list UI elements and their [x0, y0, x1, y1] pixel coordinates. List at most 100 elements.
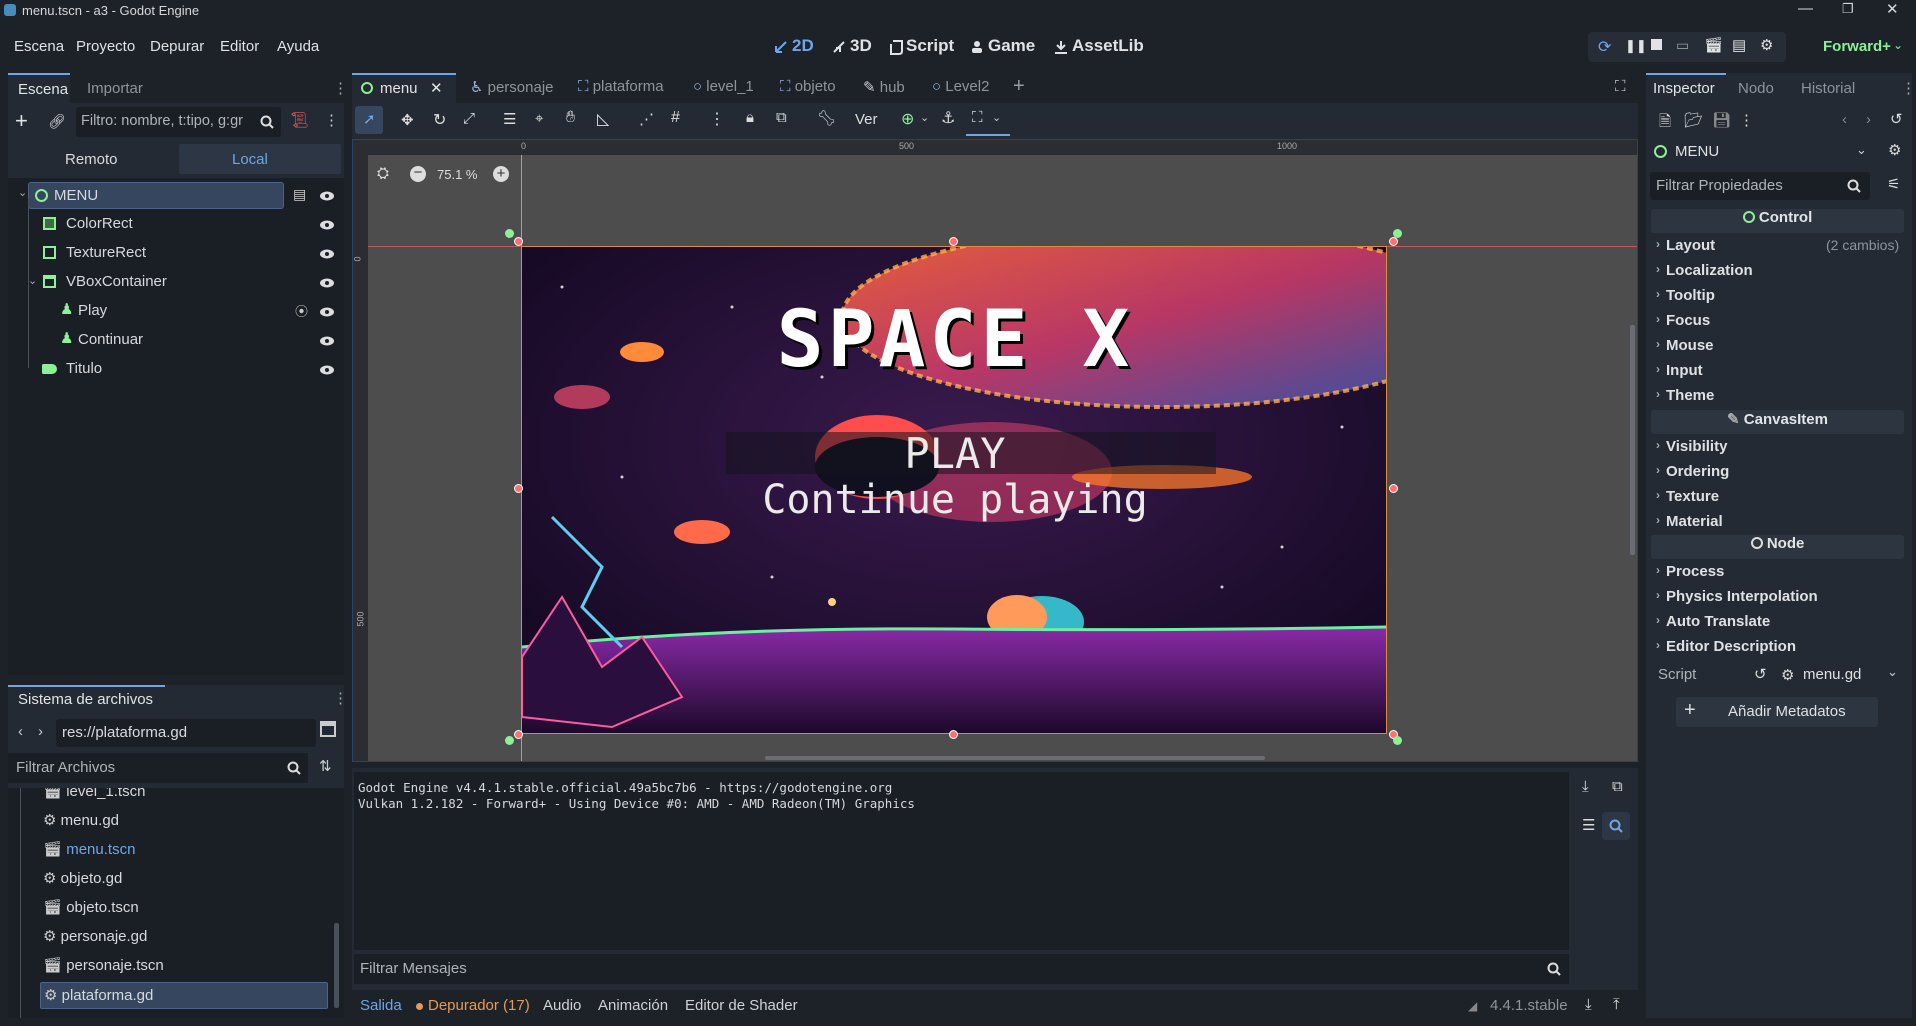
scene-tab-menu[interactable]: menu ✕ [352, 73, 456, 103]
property-focus[interactable]: › Focus [1656, 309, 1902, 334]
tree-node-vboxcontainer[interactable]: VBoxContainer [38, 269, 238, 298]
property-input[interactable]: › Input [1656, 359, 1902, 384]
pause-icon[interactable]: ❚❚ [1625, 38, 1647, 54]
move-tool-icon[interactable]: ✥ [401, 111, 414, 129]
anchor-handle[interactable] [505, 736, 514, 745]
visibility-eye-icon[interactable] [319, 246, 335, 262]
add-anchor-icon[interactable]: ⊕ [901, 109, 914, 129]
section-control[interactable]: Control [1651, 209, 1904, 233]
script-resource-picker[interactable]: ⚙ menu.gd [1779, 662, 1889, 689]
pin-icon[interactable]: ⤓ [1585, 996, 1592, 1013]
minimize-button[interactable]: — [1798, 0, 1813, 17]
reload-icon[interactable]: ⟳ [1598, 37, 1611, 57]
link-icon[interactable]: 🔗︎ [48, 113, 66, 130]
section-node[interactable]: Node [1651, 535, 1904, 559]
tab-local[interactable]: Local [179, 144, 341, 174]
file-item[interactable]: 🎬︎ menu.tscn [43, 840, 135, 858]
workspace-3d[interactable]: 3D [832, 36, 876, 58]
workspace-script[interactable]: Script [890, 36, 954, 58]
signal-icon[interactable]: ⦿ [295, 301, 308, 320]
save-icon[interactable]: 💾︎ [1712, 111, 1731, 129]
file-item[interactable]: ⚙ menu.gd [43, 811, 119, 829]
property-layout[interactable]: › Layout (2 cambios) [1656, 234, 1902, 259]
play-custom-icon[interactable]: ▤ [1732, 36, 1746, 54]
bone-icon[interactable]: 🦴︎ [817, 109, 836, 127]
pivot-tool-icon[interactable]: ⌖ [535, 110, 543, 127]
play-scene-icon[interactable]: 🎬︎ [1704, 36, 1723, 54]
kebab-menu-icon[interactable]: ⋮ [324, 111, 339, 129]
visibility-eye-icon[interactable] [319, 217, 335, 233]
tab-animacion[interactable]: Animación [598, 997, 668, 1014]
anchor-handle[interactable] [505, 229, 514, 238]
expand-panel-icon[interactable]: ⤒ [1613, 996, 1620, 1013]
selection-handle[interactable] [514, 730, 523, 739]
tree-node-titulo[interactable]: Titulo [38, 356, 238, 385]
layout-preset-button[interactable]: ⛶ ⌄ [966, 106, 1010, 136]
ruler-tool-icon[interactable]: ◺ [597, 109, 609, 129]
file-item-selected[interactable]: ⚙ plataforma.gd [40, 982, 328, 1009]
grid-snap-icon[interactable]: # [671, 109, 680, 127]
menu-ayuda[interactable]: Ayuda [277, 38, 319, 55]
visibility-eye-icon[interactable] [319, 362, 335, 378]
visibility-eye-icon[interactable] [319, 188, 335, 204]
tree-node-menu[interactable]: MENU [28, 182, 284, 209]
scene-tab-level2[interactable]: ○ Level2 [932, 78, 989, 95]
tab-remoto[interactable]: Remoto [65, 151, 118, 168]
attach-script-icon[interactable]: 📜︎ [290, 111, 309, 129]
property-auto-translate[interactable]: › Auto Translate [1656, 610, 1902, 635]
collapse-arrow-icon[interactable]: ⌄ [28, 274, 37, 287]
scene-tab-hub[interactable]: ✎ hub [863, 78, 905, 96]
chevron-down-icon[interactable]: ⌄ [920, 111, 929, 124]
continue-button[interactable]: Continue playing [522, 477, 1386, 523]
close-tab-icon[interactable]: ✕ [430, 79, 443, 97]
split-view-icon[interactable] [320, 721, 336, 737]
scrollbar[interactable] [334, 923, 339, 1008]
tab-shader-editor[interactable]: Editor de Shader [685, 997, 798, 1014]
horizontal-scrollbar[interactable] [765, 756, 1265, 760]
add-metadata-button[interactable]: + Añadir Metadatos [1676, 697, 1878, 727]
message-filter-input[interactable]: Filtrar Mensajes [354, 954, 1569, 984]
visibility-eye-icon[interactable] [319, 333, 335, 349]
revert-icon[interactable]: ↺ [1754, 665, 1767, 683]
property-texture[interactable]: › Texture [1656, 485, 1902, 510]
canvas-viewport[interactable]: 0 500 1000 0 500 ⛭ − 75.1 % + SPACE X PL… [352, 139, 1638, 762]
open-folder-icon[interactable]: 📂︎ [1684, 111, 1703, 129]
tree-node-continuar[interactable]: ♟ Continuar [58, 327, 238, 356]
property-options-icon[interactable]: ⚟ [1887, 175, 1900, 193]
tab-salida[interactable]: Salida [360, 997, 402, 1014]
pan-tool-icon[interactable]: ✋︎ [566, 109, 575, 127]
stop-icon[interactable] [1651, 39, 1662, 50]
selection-handle[interactable] [949, 730, 958, 739]
property-theme[interactable]: › Theme [1656, 384, 1902, 409]
movie-maker-icon[interactable]: ⚙ [1760, 36, 1773, 54]
select-tool-button[interactable]: ➚ [355, 106, 383, 134]
property-physics-interpolation[interactable]: › Physics Interpolation [1656, 585, 1902, 610]
path-field[interactable]: res://plataforma.gd [56, 719, 316, 747]
file-item[interactable]: 🎬︎ objeto.tscn [43, 898, 139, 916]
distraction-free-icon[interactable]: ⛶ [1615, 78, 1626, 95]
collapse-icon[interactable]: ☰ [1582, 816, 1595, 834]
group-icon[interactable]: ⧉ [776, 109, 787, 126]
tree-node-colorrect[interactable]: ColorRect [38, 211, 238, 240]
tab-escena[interactable]: Escena [8, 73, 70, 103]
anchor-icon[interactable]: ⚓︎ [941, 108, 955, 128]
collapse-arrow-icon[interactable]: ⌄ [18, 186, 27, 199]
copy-icon[interactable]: ⧉ [1612, 778, 1623, 795]
file-item[interactable]: ⚙ personaje.gd [43, 927, 147, 945]
history-forward-icon[interactable]: › [1866, 111, 1871, 128]
anchor-handle[interactable] [1393, 229, 1402, 238]
rotate-tool-icon[interactable]: ↻ [433, 110, 446, 130]
tab-importar[interactable]: Importar [87, 80, 143, 97]
property-ordering[interactable]: › Ordering [1656, 460, 1902, 485]
scene-tab-objeto[interactable]: ⛶ objeto [780, 78, 836, 95]
play-button[interactable]: PLAY [522, 429, 1386, 478]
property-filter-input[interactable]: Filtrar Propiedades [1650, 172, 1870, 200]
file-filter-input[interactable]: Filtrar Archivos [8, 753, 308, 783]
renderer-selector[interactable]: Forward+ [1823, 38, 1891, 55]
section-canvasitem[interactable]: ✎ CanvasItem [1651, 410, 1904, 434]
property-process[interactable]: › Process [1656, 560, 1902, 585]
forward-arrow-icon[interactable]: › [38, 723, 43, 740]
sort-icon[interactable]: ⇅ [319, 757, 332, 775]
workspace-2d[interactable]: 2D [774, 36, 814, 58]
visibility-eye-icon[interactable] [319, 304, 335, 320]
